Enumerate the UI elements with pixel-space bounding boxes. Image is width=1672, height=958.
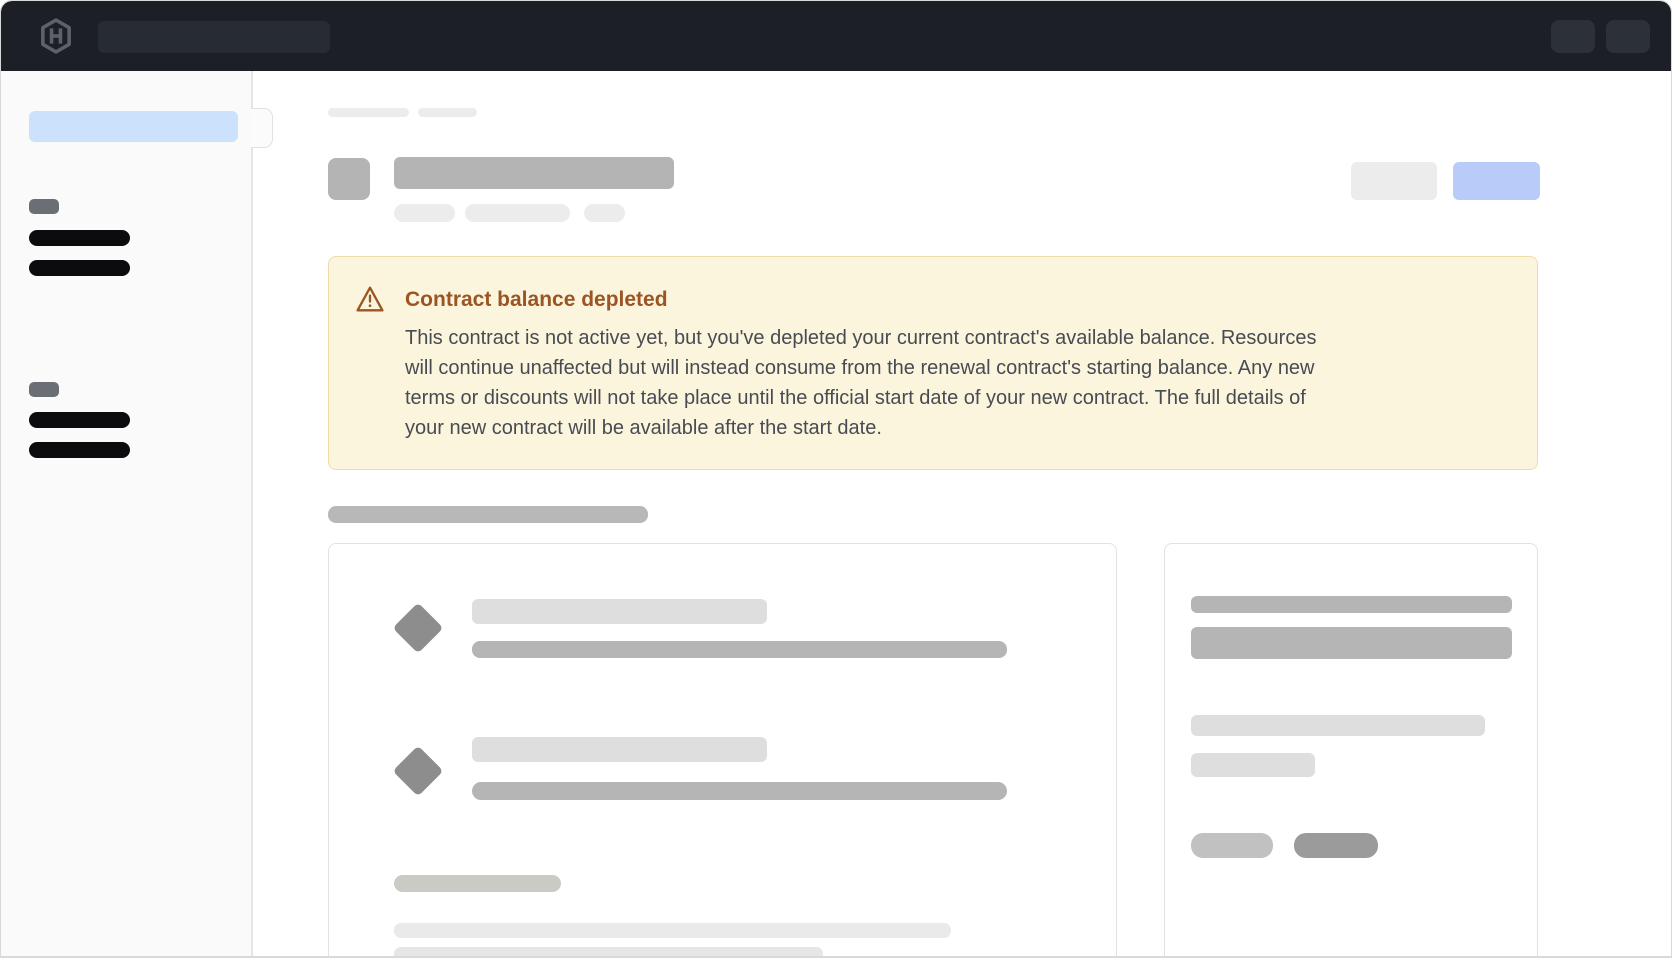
hashicorp-logo-icon[interactable] bbox=[39, 18, 73, 54]
warning-triangle-icon bbox=[355, 285, 385, 313]
placeholder-bar bbox=[472, 641, 1007, 658]
placeholder-pill bbox=[394, 875, 561, 892]
page-title-placeholder bbox=[394, 157, 674, 189]
placeholder-bar bbox=[472, 782, 1007, 800]
secondary-action-button[interactable] bbox=[1351, 162, 1437, 200]
sidebar-item[interactable] bbox=[29, 412, 130, 428]
alert-body: This contract is not active yet, but you… bbox=[405, 323, 1316, 443]
sidebar bbox=[1, 71, 253, 958]
section-title-placeholder bbox=[328, 506, 648, 523]
alert-title: Contract balance depleted bbox=[405, 289, 668, 310]
sidebar-section-label bbox=[29, 199, 59, 214]
navbar-button-1[interactable] bbox=[1551, 20, 1595, 53]
alert-body-line: your new contract will be available afte… bbox=[405, 413, 1316, 443]
alert-body-line: will continue unaffected but will instea… bbox=[405, 353, 1316, 383]
sidebar-item[interactable] bbox=[29, 230, 130, 246]
sidebar-collapse-handle[interactable] bbox=[251, 108, 273, 148]
sidebar-item[interactable] bbox=[29, 442, 130, 458]
alert-body-line: This contract is not active yet, but you… bbox=[405, 323, 1316, 353]
placeholder-bar bbox=[472, 599, 767, 624]
page-icon bbox=[328, 158, 370, 200]
navbar-button-2[interactable] bbox=[1606, 20, 1650, 53]
sidebar-item[interactable] bbox=[29, 260, 130, 276]
alert-body-line: terms or discounts will not take place u… bbox=[405, 383, 1316, 413]
sidebar-section-label bbox=[29, 382, 59, 397]
placeholder-bar bbox=[472, 737, 767, 762]
sidebar-active-item[interactable] bbox=[29, 111, 238, 142]
breadcrumb-item[interactable] bbox=[328, 108, 409, 117]
placeholder-bar bbox=[1191, 715, 1485, 736]
placeholder-bar bbox=[1191, 627, 1512, 659]
page-meta-badge bbox=[584, 204, 625, 222]
app-window: Contract balance depleted This contract … bbox=[0, 0, 1672, 958]
placeholder-bar bbox=[394, 923, 951, 938]
placeholder-pill bbox=[1294, 833, 1378, 858]
page-meta-badge bbox=[394, 204, 455, 222]
placeholder-bar bbox=[1191, 596, 1512, 613]
top-navbar bbox=[1, 1, 1671, 71]
primary-action-button[interactable] bbox=[1453, 162, 1540, 200]
page-meta-badge bbox=[465, 204, 570, 222]
global-search-input[interactable] bbox=[98, 21, 330, 53]
placeholder-bar bbox=[1191, 753, 1315, 777]
breadcrumb-item[interactable] bbox=[418, 108, 477, 117]
warning-alert: Contract balance depleted This contract … bbox=[328, 256, 1538, 470]
placeholder-pill bbox=[1191, 833, 1273, 858]
